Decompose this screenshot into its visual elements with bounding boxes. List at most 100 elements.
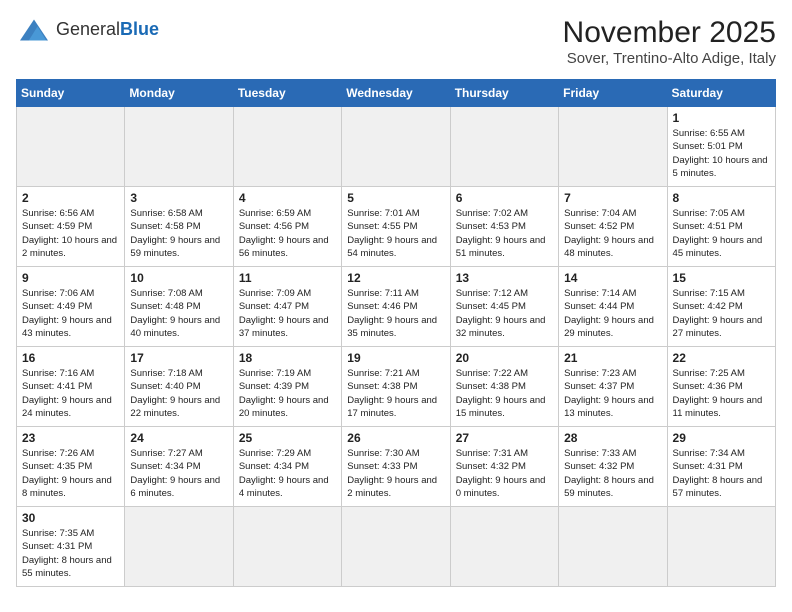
day-number: 10: [130, 271, 227, 285]
calendar-title: November 2025: [563, 16, 776, 50]
calendar-subtitle: Sover, Trentino-Alto Adige, Italy: [563, 50, 776, 67]
day-number: 3: [130, 191, 227, 205]
calendar-cell: 28Sunrise: 7:33 AM Sunset: 4:32 PM Dayli…: [559, 427, 667, 507]
calendar-cell: 13Sunrise: 7:12 AM Sunset: 4:45 PM Dayli…: [450, 267, 558, 347]
day-number: 30: [22, 511, 119, 525]
calendar-cell: 29 Sunrise: 7:34 AM Sunset: 4:31 PM Dayli…: [667, 427, 775, 507]
calendar-cell: 23 Sunrise: 7:26 AM Sunset: 4:35 PM Dayli…: [17, 427, 125, 507]
calendar-cell: 8 Sunrise: 7:05 AM Sunset: 4:51 PM Daylig…: [667, 187, 775, 267]
calendar-cell: 27 Sunrise: 7:31 AM Sunset: 4:32 PM Dayli…: [450, 427, 558, 507]
calendar-cell: 2 Sunrise: 6:56 AM Sunset: 4:59 PM Daylig…: [17, 187, 125, 267]
calendar-cell: [233, 507, 341, 587]
day-number: 6: [456, 191, 553, 205]
day-info: Sunrise: 7:29 AM Sunset: 4:34 PM Dayligh…: [239, 447, 336, 500]
day-info: Sunrise: 7:18 AM Sunset: 4:40 PM Dayligh…: [130, 367, 227, 420]
day-info: Sunrise: 6:55 AM Sunset: 5:01 PM Dayligh…: [673, 127, 770, 180]
calendar-cell: 14 Sunrise: 7:14 AM Sunset: 4:44 PM Dayli…: [559, 267, 667, 347]
day-number: 5: [347, 191, 444, 205]
day-number: 9: [22, 271, 119, 285]
day-number: 26: [347, 431, 444, 445]
day-number: 27: [456, 431, 553, 445]
calendar-cell: [450, 507, 558, 587]
day-number: 8: [673, 191, 770, 205]
day-number: 2: [22, 191, 119, 205]
day-number: 14: [564, 271, 661, 285]
calendar-cell: 1 Sunrise: 6:55 AM Sunset: 5:01 PM Daylig…: [667, 107, 775, 187]
day-info: Sunrise: 7:34 AM Sunset: 4:31 PM Dayligh…: [673, 447, 770, 500]
day-number: 15: [673, 271, 770, 285]
calendar-cell: 20 Sunrise: 7:22 AM Sunset: 4:38 PM Dayli…: [450, 347, 558, 427]
day-info: Sunrise: 6:56 AM Sunset: 4:59 PM Dayligh…: [22, 207, 119, 260]
day-number: 29: [673, 431, 770, 445]
day-number: 24: [130, 431, 227, 445]
day-number: 19: [347, 351, 444, 365]
header-row: Sunday Monday Tuesday Wednesday Thursday…: [17, 80, 776, 107]
calendar-cell: 26 Sunrise: 7:30 AM Sunset: 4:33 PM Dayli…: [342, 427, 450, 507]
day-info: Sunrise: 7:04 AM Sunset: 4:52 PM Dayligh…: [564, 207, 661, 260]
day-info: Sunrise: 7:21 AM Sunset: 4:38 PM Dayligh…: [347, 367, 444, 420]
day-number: 23: [22, 431, 119, 445]
col-wednesday: Wednesday: [342, 80, 450, 107]
calendar-cell: 18 Sunrise: 7:19 AM Sunset: 4:39 PM Dayli…: [233, 347, 341, 427]
logo-text: GeneralBlue: [56, 20, 159, 40]
calendar-cell: 11 Sunrise: 7:09 AM Sunset: 4:47 PM Dayli…: [233, 267, 341, 347]
day-number: 7: [564, 191, 661, 205]
logo-blue: Blue: [120, 19, 159, 39]
day-number: 12: [347, 271, 444, 285]
day-number: 11: [239, 271, 336, 285]
day-number: 1: [673, 111, 770, 125]
calendar-cell: 22 Sunrise: 7:25 AM Sunset: 4:36 PM Dayli…: [667, 347, 775, 427]
calendar-cell: 10 Sunrise: 7:08 AM Sunset: 4:48 PM Dayli…: [125, 267, 233, 347]
calendar-cell: 19 Sunrise: 7:21 AM Sunset: 4:38 PM Dayli…: [342, 347, 450, 427]
day-number: 25: [239, 431, 336, 445]
calendar-cell: [233, 107, 341, 187]
day-info: Sunrise: 7:12 AM Sunset: 4:45 PM Dayligh…: [456, 287, 553, 340]
calendar-cell: 24Sunrise: 7:27 AM Sunset: 4:34 PM Dayli…: [125, 427, 233, 507]
day-number: 17: [130, 351, 227, 365]
calendar-cell: 17 Sunrise: 7:18 AM Sunset: 4:40 PM Dayli…: [125, 347, 233, 427]
calendar-cell: 4 Sunrise: 6:59 AM Sunset: 4:56 PM Daylig…: [233, 187, 341, 267]
day-info: Sunrise: 7:14 AM Sunset: 4:44 PM Dayligh…: [564, 287, 661, 340]
calendar-cell: 30 Sunrise: 7:35 AM Sunset: 4:31 PM Dayli…: [17, 507, 125, 587]
day-number: 21: [564, 351, 661, 365]
col-thursday: Thursday: [450, 80, 558, 107]
day-number: 22: [673, 351, 770, 365]
day-info: Sunrise: 7:25 AM Sunset: 4:36 PM Dayligh…: [673, 367, 770, 420]
day-info: Sunrise: 7:09 AM Sunset: 4:47 PM Dayligh…: [239, 287, 336, 340]
day-info: Sunrise: 7:08 AM Sunset: 4:48 PM Dayligh…: [130, 287, 227, 340]
title-area: November 2025 Sover, Trentino-Alto Adige…: [563, 16, 776, 67]
day-number: 20: [456, 351, 553, 365]
day-info: Sunrise: 6:58 AM Sunset: 4:58 PM Dayligh…: [130, 207, 227, 260]
logo-icon: [16, 16, 52, 44]
calendar-table: Sunday Monday Tuesday Wednesday Thursday…: [16, 79, 776, 587]
day-info: Sunrise: 7:31 AM Sunset: 4:32 PM Dayligh…: [456, 447, 553, 500]
calendar-cell: 16Sunrise: 7:16 AM Sunset: 4:41 PM Dayli…: [17, 347, 125, 427]
day-info: Sunrise: 7:26 AM Sunset: 4:35 PM Dayligh…: [22, 447, 119, 500]
calendar-cell: 7 Sunrise: 7:04 AM Sunset: 4:52 PM Daylig…: [559, 187, 667, 267]
day-info: Sunrise: 7:02 AM Sunset: 4:53 PM Dayligh…: [456, 207, 553, 260]
col-friday: Friday: [559, 80, 667, 107]
calendar-week-5: 23 Sunrise: 7:26 AM Sunset: 4:35 PM Dayli…: [17, 427, 776, 507]
calendar-cell: 6 Sunrise: 7:02 AM Sunset: 4:53 PM Daylig…: [450, 187, 558, 267]
day-info: Sunrise: 7:11 AM Sunset: 4:46 PM Dayligh…: [347, 287, 444, 340]
calendar-cell: 25 Sunrise: 7:29 AM Sunset: 4:34 PM Dayli…: [233, 427, 341, 507]
day-info: Sunrise: 7:06 AM Sunset: 4:49 PM Dayligh…: [22, 287, 119, 340]
day-info: Sunrise: 7:30 AM Sunset: 4:33 PM Dayligh…: [347, 447, 444, 500]
calendar-week-6: 30 Sunrise: 7:35 AM Sunset: 4:31 PM Dayli…: [17, 507, 776, 587]
day-info: Sunrise: 7:15 AM Sunset: 4:42 PM Dayligh…: [673, 287, 770, 340]
day-info: Sunrise: 7:19 AM Sunset: 4:39 PM Dayligh…: [239, 367, 336, 420]
calendar-cell: [125, 107, 233, 187]
calendar-week-1: 1 Sunrise: 6:55 AM Sunset: 5:01 PM Daylig…: [17, 107, 776, 187]
day-info: Sunrise: 7:33 AM Sunset: 4:32 PM Dayligh…: [564, 447, 661, 500]
calendar-cell: [17, 107, 125, 187]
day-info: Sunrise: 7:22 AM Sunset: 4:38 PM Dayligh…: [456, 367, 553, 420]
day-number: 4: [239, 191, 336, 205]
day-info: Sunrise: 7:35 AM Sunset: 4:31 PM Dayligh…: [22, 527, 119, 580]
day-info: Sunrise: 6:59 AM Sunset: 4:56 PM Dayligh…: [239, 207, 336, 260]
day-info: Sunrise: 7:05 AM Sunset: 4:51 PM Dayligh…: [673, 207, 770, 260]
calendar-cell: [342, 107, 450, 187]
day-number: 18: [239, 351, 336, 365]
day-info: Sunrise: 7:16 AM Sunset: 4:41 PM Dayligh…: [22, 367, 119, 420]
calendar-cell: 15 Sunrise: 7:15 AM Sunset: 4:42 PM Dayli…: [667, 267, 775, 347]
col-saturday: Saturday: [667, 80, 775, 107]
